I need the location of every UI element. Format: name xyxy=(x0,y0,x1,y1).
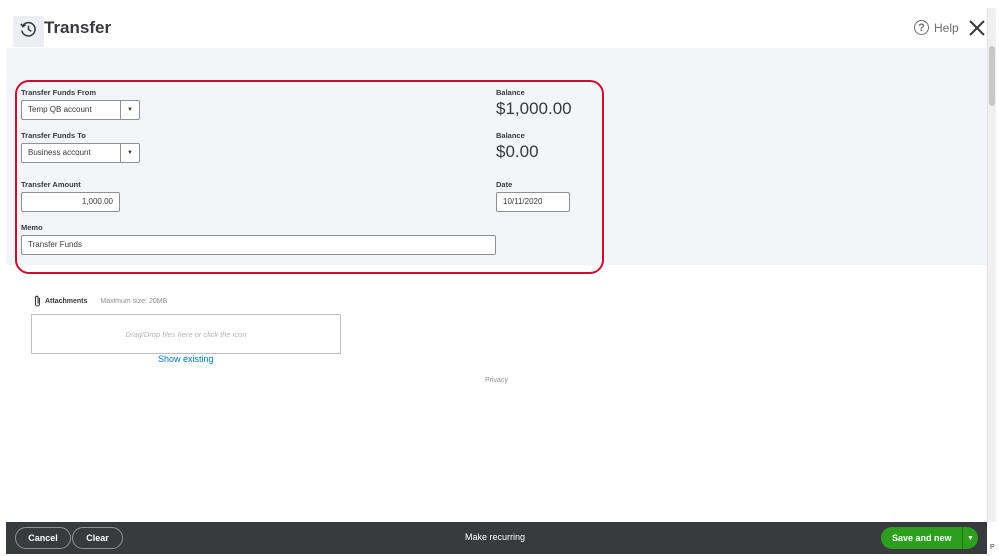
chevron-down-icon[interactable]: ▼ xyxy=(120,101,139,119)
from-account-select[interactable]: Temp QB account ▼ xyxy=(21,100,140,120)
show-existing-link[interactable]: Show existing xyxy=(158,354,214,364)
attachments-header: Attachments Maximum size: 20MB xyxy=(33,295,167,307)
clipped-edge-text: P xyxy=(990,544,995,551)
to-balance-value: $0.00 xyxy=(496,142,539,161)
date-input[interactable]: 10/11/2020 xyxy=(496,192,570,212)
from-account-label: Transfer Funds From xyxy=(21,88,97,97)
help-link[interactable]: ? Help xyxy=(914,20,959,35)
close-icon[interactable] xyxy=(968,19,986,37)
from-balance-value: $1,000.00 xyxy=(496,99,572,118)
to-account-select[interactable]: Business account ▼ xyxy=(21,143,140,163)
privacy-link[interactable]: Privacy xyxy=(485,377,508,384)
footer-bar: Cancel Clear Make recurring Save and new… xyxy=(6,522,987,554)
clear-button[interactable]: Clear xyxy=(72,527,123,549)
header-bar: Transfer ? Help M xyxy=(6,8,997,48)
from-account-value: Temp QB account xyxy=(28,105,92,114)
scrollbar-thumb[interactable] xyxy=(989,46,995,106)
to-account-label: Transfer Funds To xyxy=(21,131,86,140)
help-label: Help xyxy=(934,20,959,35)
attachment-dropzone[interactable]: Drag/Drop files here or click the icon xyxy=(31,314,341,354)
transfer-page: Transfer ? Help M Transfer Funds From Te… xyxy=(0,0,999,556)
help-icon: ? xyxy=(914,20,929,35)
dropzone-hint: Drag/Drop files here or click the icon xyxy=(125,329,247,339)
chevron-down-icon[interactable]: ▼ xyxy=(120,144,139,162)
to-balance-label: Balance xyxy=(496,131,525,140)
cancel-button[interactable]: Cancel xyxy=(15,527,71,549)
attachments-label: Attachments xyxy=(45,297,88,305)
to-account-value: Business account xyxy=(28,148,91,157)
page-title: Transfer xyxy=(44,18,112,37)
save-and-new-button[interactable]: Save and new ▼ xyxy=(881,527,978,549)
vertical-scrollbar[interactable] xyxy=(987,8,996,522)
from-balance-label: Balance xyxy=(496,88,525,97)
make-recurring-link[interactable]: Make recurring xyxy=(465,532,525,542)
paperclip-icon xyxy=(34,295,41,307)
save-and-new-label: Save and new xyxy=(892,533,952,543)
date-label: Date xyxy=(496,180,513,189)
amount-label: Transfer Amount xyxy=(21,180,81,189)
max-size-text: Maximum size: 20MB xyxy=(100,297,168,305)
memo-label: Memo xyxy=(21,223,43,232)
history-icon xyxy=(20,21,36,37)
recent-transactions-button[interactable] xyxy=(13,16,44,47)
memo-input[interactable]: Transfer Funds xyxy=(21,235,496,255)
chevron-down-icon[interactable]: ▼ xyxy=(963,535,978,542)
amount-input[interactable]: 1,000.00 xyxy=(21,192,120,212)
